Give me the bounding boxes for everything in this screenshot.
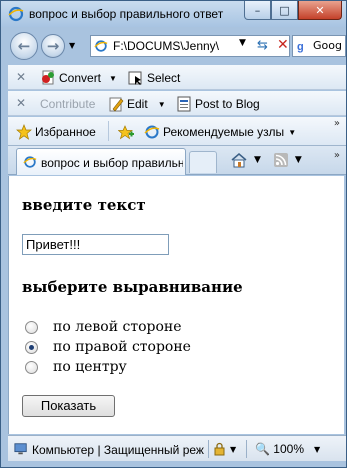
suggested-sites-label: Рекомендуемые узлы	[163, 125, 285, 139]
minimize-button[interactable]: –	[244, 1, 271, 20]
show-button[interactable]: Показать	[22, 395, 115, 417]
zoom-dropdown-icon[interactable]: ▼	[314, 445, 320, 454]
home-icon[interactable]	[230, 152, 248, 168]
tab-label: вопрос и выбор правильного ответа	[41, 156, 183, 170]
add-to-favorites-button[interactable]	[118, 123, 137, 141]
favorites-label: Избранное	[35, 125, 96, 139]
home-dropdown-icon[interactable]: ▼	[254, 155, 261, 165]
radio-option-left[interactable]: по левой стороне	[25, 318, 182, 336]
radio-right-label: по правой стороне	[53, 339, 191, 355]
ie-suggested-icon	[144, 125, 160, 139]
heading-enter-text: введите текст	[22, 196, 146, 214]
back-button[interactable]: ←	[10, 32, 38, 60]
security-zone-text[interactable]: Компьютер | Защищенный режим: вкл.	[32, 443, 204, 457]
zoom-control[interactable]: 🔍 100%	[255, 442, 304, 456]
ie-page-icon	[94, 40, 108, 52]
contribute-toolbar: ✕ Contribute Edit ▼ Post to Blog	[8, 91, 346, 116]
zone-dropdown-icon[interactable]: ▼	[230, 445, 236, 454]
edit-dropdown-icon[interactable]: ▼	[158, 100, 166, 109]
window-controls: – □ ✕	[244, 1, 342, 21]
radio-option-right[interactable]: по правой стороне	[25, 338, 191, 356]
computer-zone-icon	[14, 443, 27, 455]
arrow-left-icon: ←	[17, 37, 31, 55]
window-title: вопрос и выбор правильного ответ	[29, 7, 224, 21]
post-to-blog-button[interactable]: Post to Blog	[176, 95, 260, 113]
radio-center-label: по центру	[53, 359, 127, 375]
chevron-more-icon[interactable]: »	[334, 118, 340, 129]
rss-dropdown-icon[interactable]: ▼	[295, 155, 302, 165]
post-to-blog-icon	[177, 96, 191, 112]
add-favorites-icon	[118, 125, 134, 140]
tab-tools: ▼ ▼	[230, 152, 302, 168]
status-divider-2	[246, 440, 247, 458]
favorites-bar: Избранное Рекомендуемые узлы ▼ »	[8, 117, 346, 146]
browser-window: вопрос и выбор правильного ответ – □ ✕ ←…	[0, 0, 347, 468]
convert-dropdown-icon[interactable]: ▼	[109, 74, 117, 83]
google-logo-icon: g	[296, 39, 310, 53]
favorites-star-icon	[16, 124, 32, 140]
address-dropdown-icon[interactable]: ▼	[239, 38, 246, 48]
convert-pdf-icon	[42, 70, 54, 85]
search-box[interactable]: g Goog	[292, 35, 346, 57]
toolbar-close-icon[interactable]: ✕	[16, 70, 26, 84]
tab-active[interactable]: вопрос и выбор правильного ответа	[16, 148, 186, 175]
history-dropdown-icon[interactable]: ▼	[69, 41, 75, 50]
edit-label: Edit	[127, 97, 148, 111]
radio-left[interactable]	[25, 320, 38, 334]
zoom-icon: 🔍	[255, 442, 270, 456]
text-input[interactable]: Привет!!!	[22, 234, 169, 255]
convert-label: Convert	[59, 71, 102, 85]
favorites-button[interactable]: Избранное	[16, 123, 96, 141]
select-icon	[128, 71, 142, 85]
radio-right[interactable]	[25, 340, 38, 354]
suggested-sites-button[interactable]: Рекомендуемые узлы ▼	[144, 123, 296, 141]
select-label: Select	[147, 71, 181, 85]
edit-icon	[109, 97, 124, 112]
close-button[interactable]: ✕	[298, 1, 342, 20]
protected-mode-icon	[214, 442, 225, 456]
contribute-label: Contribute	[40, 97, 96, 111]
address-text[interactable]: F:\DOCUMS\Jenny\	[113, 39, 243, 53]
search-text[interactable]: Goog	[313, 39, 342, 52]
address-bar[interactable]: F:\DOCUMS\Jenny\ ▼ ⇆ ✕	[90, 35, 290, 57]
pdf-toolbar: ✕ Convert ▼ Select	[8, 65, 346, 90]
page-content: введите текст Привет!!! выберите выравни…	[8, 176, 344, 434]
forward-button[interactable]: →	[41, 34, 65, 58]
title-bar: вопрос и выбор правильного ответ – □ ✕	[1, 1, 346, 27]
new-tab-button[interactable]	[189, 151, 217, 173]
zoom-level: 100%	[273, 442, 304, 456]
toolbar-divider	[108, 121, 109, 141]
refresh-icon[interactable]: ⇆	[257, 38, 273, 54]
radio-center[interactable]	[25, 360, 38, 374]
svg-text:g: g	[297, 41, 304, 53]
maximize-button[interactable]: □	[271, 1, 298, 20]
stop-icon[interactable]: ✕	[277, 37, 289, 53]
status-bar: Компьютер | Защищенный режим: вкл. ▼ 🔍 1…	[8, 435, 346, 461]
arrow-right-icon: →	[46, 37, 60, 55]
radio-option-center[interactable]: по центру	[25, 358, 127, 376]
heading-select-alignment: выберите выравнивание	[22, 278, 243, 296]
status-divider	[208, 440, 209, 458]
ie-tab-icon	[23, 156, 37, 168]
convert-button[interactable]: Convert ▼	[40, 69, 117, 87]
contribute-button[interactable]: Contribute	[40, 95, 95, 113]
radio-left-label: по левой стороне	[53, 319, 182, 335]
navigation-bar: ← → ▼ F:\DOCUMS\Jenny\ ▼ ⇆ ✕ g Goog	[1, 28, 346, 64]
toolbar2-close-icon[interactable]: ✕	[16, 96, 26, 110]
tab-row-chevron-icon[interactable]: »	[334, 150, 340, 161]
select-button[interactable]: Select	[128, 69, 180, 87]
edit-button[interactable]: Edit ▼	[108, 95, 166, 113]
post-label: Post to Blog	[195, 97, 260, 111]
ie-logo-icon	[8, 6, 24, 22]
rss-icon[interactable]	[273, 152, 289, 168]
tab-row: вопрос и выбор правильного ответа ▼ ▼ »	[8, 146, 346, 175]
suggested-dropdown-icon[interactable]: ▼	[288, 128, 296, 137]
